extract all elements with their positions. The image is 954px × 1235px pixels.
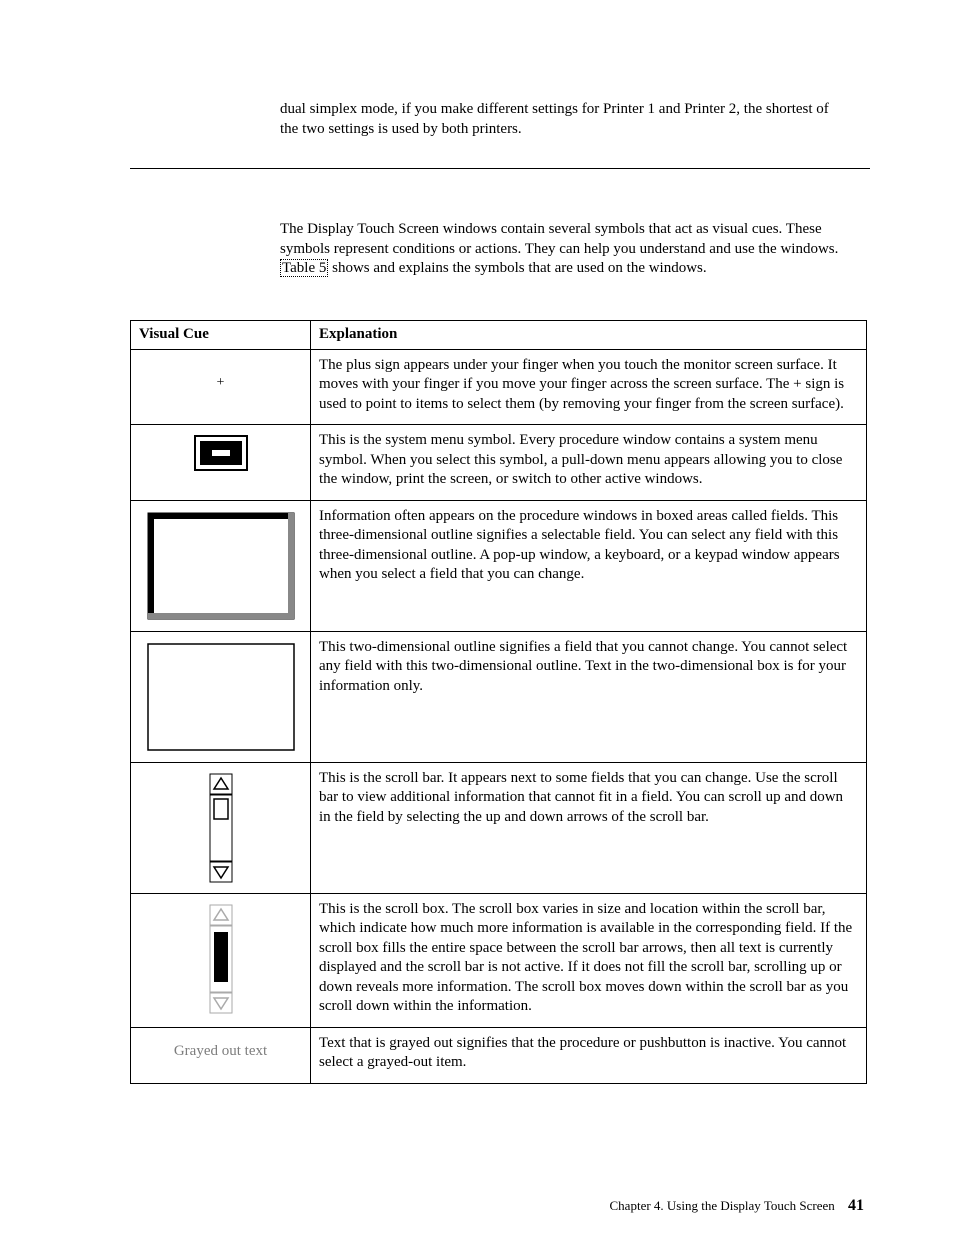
grayed-text-sample: Grayed out text <box>139 1042 302 1062</box>
header-explanation: Explanation <box>311 321 867 350</box>
cue-plus-sign: + <box>131 349 311 425</box>
table-row: This is the scroll bar. It appears next … <box>131 762 867 893</box>
plus-icon: + <box>139 374 302 392</box>
intro-mid-text-a: The Display Touch Screen windows contain… <box>280 221 838 257</box>
cue-scroll-box <box>131 893 311 1027</box>
cue-scroll-bar <box>131 762 311 893</box>
scroll-box-icon <box>209 904 233 1014</box>
page-footer: Chapter 4. Using the Display Touch Scree… <box>610 1196 864 1217</box>
footer-chapter: Chapter 4. Using the Display Touch Scree… <box>610 1198 835 1213</box>
readonly-field-icon <box>146 642 296 752</box>
table-row: Information often appears on the procedu… <box>131 500 867 631</box>
table-row: This is the scroll box. The scroll box v… <box>131 893 867 1027</box>
table-row: This two-dimensional outline signifies a… <box>131 631 867 762</box>
explanation-cell: This two-dimensional outline signifies a… <box>311 631 867 762</box>
intro-top-paragraph: dual simplex mode, if you make different… <box>280 100 840 139</box>
table-5-link[interactable]: Table 5 <box>280 259 328 277</box>
table-header-row: Visual Cue Explanation <box>131 321 867 350</box>
explanation-cell: Text that is grayed out signifies that t… <box>311 1027 867 1083</box>
explanation-cell: This is the scroll bar. It appears next … <box>311 762 867 893</box>
header-visual-cue: Visual Cue <box>131 321 311 350</box>
table-row: Grayed out text Text that is grayed out … <box>131 1027 867 1083</box>
intro-mid-text-b: shows and explains the symbols that are … <box>328 260 706 276</box>
cue-grayed-text: Grayed out text <box>131 1027 311 1083</box>
cue-readonly-field <box>131 631 311 762</box>
cue-selectable-field <box>131 500 311 631</box>
scroll-bar-icon <box>209 773 233 883</box>
page: dual simplex mode, if you make different… <box>0 0 954 1235</box>
explanation-cell: This is the scroll box. The scroll box v… <box>311 893 867 1027</box>
section-rule <box>130 168 870 169</box>
visual-cues-table: Visual Cue Explanation + The plus sign a… <box>130 320 867 1084</box>
explanation-cell: This is the system menu symbol. Every pr… <box>311 425 867 501</box>
system-menu-icon <box>194 435 248 471</box>
footer-page-number: 41 <box>838 1197 864 1214</box>
selectable-field-icon <box>146 511 296 621</box>
explanation-cell: Information often appears on the procedu… <box>311 500 867 631</box>
cue-system-menu <box>131 425 311 501</box>
table-row: + The plus sign appears under your finge… <box>131 349 867 425</box>
table-row: This is the system menu symbol. Every pr… <box>131 425 867 501</box>
explanation-cell: The plus sign appears under your finger … <box>311 349 867 425</box>
visual-cues-table-wrap: Visual Cue Explanation + The plus sign a… <box>130 320 867 1084</box>
intro-mid-paragraph: The Display Touch Screen windows contain… <box>280 220 850 279</box>
